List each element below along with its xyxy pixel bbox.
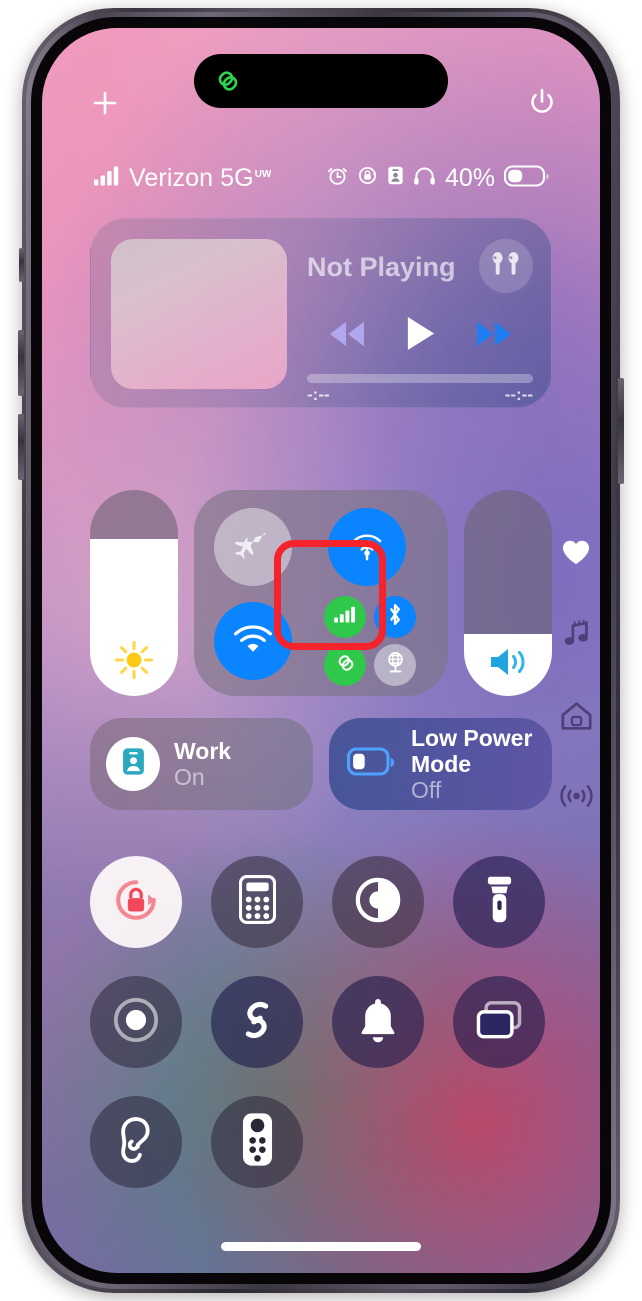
sun-icon [90,640,178,680]
connectivity-icon [559,782,593,815]
focus-name: Work [174,738,232,764]
cellular-data-button[interactable] [324,596,366,638]
elapsed-time: -:-- [307,385,330,404]
rotation-lock-button[interactable] [90,856,182,948]
transport-controls [307,311,533,361]
network-superscript: UW [254,168,272,180]
ear-icon [116,1116,156,1169]
rotation-lock-icon [111,875,161,930]
calculator-button[interactable] [211,856,303,948]
vpn-button[interactable] [374,644,416,686]
phone-screen: Verizon 5G UW 40% Not Playing -:-- --:--… [42,28,600,1273]
home-icon [560,701,592,736]
dark-mode-button[interactable] [332,856,424,948]
playback-times: -:-- --:-- [307,385,533,405]
bluetooth-button[interactable] [374,596,416,638]
battery-percent-label: 40% [444,163,495,192]
focus-badge-icon [387,165,404,191]
wifi-button[interactable] [214,602,292,680]
heart-icon [561,538,591,571]
shazam-button[interactable] [211,976,303,1068]
bluetooth-icon [386,602,404,632]
album-art-placeholder [111,239,287,389]
music-note-icon [562,619,591,653]
sidebar-item-home[interactable] [558,700,594,736]
airdrop-button[interactable] [328,508,406,586]
battery-icon [347,747,397,781]
carrier-label: Verizon 5G UW [129,163,272,192]
screen-mirroring-icon [475,999,523,1046]
apple-tv-remote-button[interactable] [211,1096,303,1188]
wifi-icon [232,623,274,660]
speaker-wave-icon [464,644,552,680]
sidebar-item-connectivity[interactable] [558,780,594,816]
cellular-bars-icon [94,166,120,191]
tv-remote-icon [242,1112,273,1172]
control-center: Not Playing -:-- --:-- Work On Low Power… [42,28,600,1273]
add-control-button[interactable] [90,88,120,118]
screen-mirroring-button[interactable] [453,976,545,1068]
audio-output-button[interactable] [479,239,533,293]
power-button[interactable] [526,86,558,118]
screen-record-button[interactable] [90,976,182,1068]
vpn-globe-icon [383,650,408,680]
shazam-icon [232,995,282,1050]
battery-icon [503,164,550,192]
alarm-clock-icon [327,165,348,191]
screenshot-canvas: Verizon 5G UW 40% Not Playing -:-- --:--… [0,0,642,1301]
airplane-mode-button[interactable] [214,508,292,586]
calculator-icon [238,875,276,929]
alarm-button[interactable] [332,976,424,1068]
cellular-bars-icon [333,606,357,628]
airdrop-icon [347,525,387,570]
headphones-icon [413,165,436,191]
sidebar-item-music[interactable] [558,618,594,654]
media-player-card[interactable]: Not Playing -:-- --:-- [90,218,552,408]
flashlight-button[interactable] [453,856,545,948]
low-power-mode-tile[interactable]: Low Power Mode Off [329,718,552,810]
airplane-icon [234,526,272,569]
flashlight-icon [485,875,514,929]
shareplay-rings-icon [214,67,242,95]
rewind-icon[interactable] [325,318,369,355]
playback-scrubber[interactable] [307,374,533,383]
dynamic-island[interactable] [194,54,448,108]
low-power-name: Low Power Mode [411,725,533,777]
volume-down-button[interactable] [18,414,24,480]
focus-tile[interactable]: Work On [90,718,313,810]
focus-text: Work On [174,738,231,790]
focus-work-badge-icon [121,746,146,782]
connectivity-module [194,490,448,696]
status-left: Verizon 5G UW [94,164,271,193]
focus-icon-circle [106,737,160,791]
now-playing-title: Not Playing [307,252,456,282]
silence-switch[interactable] [19,248,24,282]
remaining-time: --:-- [504,385,533,404]
screen-record-icon [112,996,160,1049]
hotspot-link-icon [332,652,359,679]
dark-mode-icon [354,876,402,929]
low-power-state: Off [411,777,442,803]
status-right: 40% [327,164,550,193]
status-bar: Verizon 5G UW 40% [42,158,600,198]
volume-slider[interactable] [464,490,552,696]
focus-state: On [174,764,205,790]
play-icon[interactable] [404,314,437,358]
low-power-text: Low Power Mode Off [411,725,551,803]
bell-icon [356,996,400,1049]
fast-forward-icon[interactable] [472,318,516,355]
rotation-lock-icon [357,165,378,191]
connectivity-mini-grid [320,594,418,686]
hearing-button[interactable] [90,1096,182,1188]
home-indicator[interactable] [221,1242,421,1251]
sidebar-item-favorites[interactable] [558,536,594,572]
airpods-icon [490,250,522,283]
side-power-button[interactable] [618,378,624,484]
personal-hotspot-button[interactable] [324,644,366,686]
volume-up-button[interactable] [18,330,24,396]
brightness-slider[interactable] [90,490,178,696]
